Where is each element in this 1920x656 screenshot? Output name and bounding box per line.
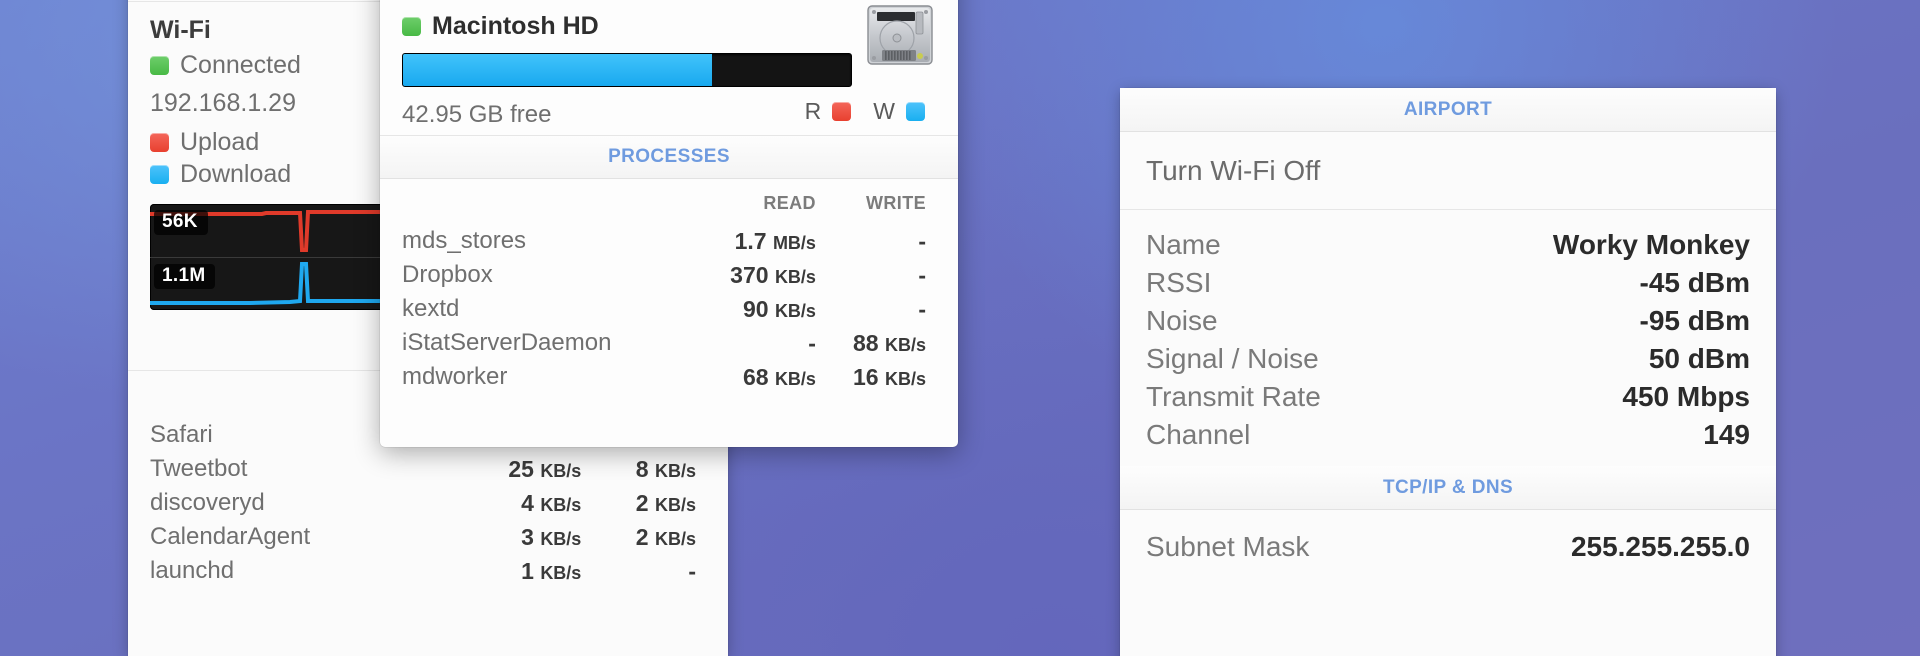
airport-stat-row: Noise -95 dBm [1146,302,1750,340]
process-name: kextd [402,292,674,326]
col-process-name [402,191,674,224]
disk-processes-header: PROCESSES [380,135,958,179]
table-row[interactable]: discoveryd4 KB/s2 KB/s [150,486,696,520]
graph-upload-peak-label: 56K [154,210,208,235]
upload-swatch-icon [150,133,169,152]
disk-processes-body: mds_stores1.7 MB/s-Dropbox370 KB/s-kextd… [402,224,926,394]
table-row[interactable]: Tweetbot25 KB/s8 KB/s [150,452,696,486]
table-row[interactable]: mds_stores1.7 MB/s- [402,224,926,258]
process-download-rate: 25 KB/s [434,452,581,486]
process-download-rate: 1 KB/s [434,554,581,588]
airport-stat-value: -95 dBm [1640,305,1750,337]
airport-stat-value: 50 dBm [1649,343,1750,375]
tcpip-dns-list: Subnet Mask 255.255.255.0 [1120,510,1776,566]
write-swatch-icon [906,102,925,121]
disk-name-row: Macintosh HD [402,12,936,41]
process-download-rate: 4 KB/s [434,486,581,520]
disk-io-indicators: R W [805,98,936,125]
tcpip-stat-value: 255.255.255.0 [1571,531,1750,563]
process-name: mdworker [402,360,674,394]
airport-stat-row: RSSI -45 dBm [1146,264,1750,302]
toggle-wifi-button[interactable]: Turn Wi-Fi Off [1120,132,1776,210]
airport-stat-row: Name Worky Monkey [1146,226,1750,264]
process-name: iStatServerDaemon [402,326,674,360]
read-swatch-icon [832,102,851,121]
process-write-rate: - [816,224,926,258]
airport-stat-key: Transmit Rate [1146,381,1321,413]
disk-processes-section: READ WRITE mds_stores1.7 MB/s-Dropbox370… [380,179,958,394]
write-indicator-label: W [873,98,895,125]
process-name: Tweetbot [150,452,434,486]
disk-name-label: Macintosh HD [432,12,599,41]
process-write-rate: - [816,258,926,292]
table-row[interactable]: launchd1 KB/s- [150,554,696,588]
airport-stat-value: 149 [1703,419,1750,451]
airport-header: AIRPORT [1120,88,1776,132]
process-upload-rate: 2 KB/s [581,486,696,520]
airport-stat-key: Noise [1146,305,1218,337]
desktop-background: Public IP Wi-Fi Connected 192.168.1.29 U… [0,0,1920,656]
graph-download-peak-label: 1.1M [154,264,215,289]
table-header-row: READ WRITE [402,191,926,224]
table-row[interactable]: Dropbox370 KB/s- [402,258,926,292]
process-name: discoveryd [150,486,434,520]
download-swatch-icon [150,165,169,184]
disk-usage-bar-fill [403,54,712,86]
airport-stat-value: Worky Monkey [1553,229,1750,261]
tcpip-dns-header: TCP/IP & DNS [1120,466,1776,510]
tcpip-stat-row: Subnet Mask 255.255.255.0 [1146,528,1750,566]
upload-label: Upload [180,128,259,157]
table-row[interactable]: iStatServerDaemon-88 KB/s [402,326,926,360]
download-label: Download [180,160,291,189]
process-name: launchd [150,554,434,588]
disk-status-swatch-icon [402,17,421,36]
airport-panel: AIRPORT Turn Wi-Fi Off NameWorky MonkeyR… [1120,88,1776,656]
table-row[interactable]: CalendarAgent3 KB/s2 KB/s [150,520,696,554]
table-row[interactable]: kextd90 KB/s- [402,292,926,326]
process-read-rate: 370 KB/s [674,258,815,292]
tcpip-stat-key: Subnet Mask [1146,531,1309,563]
process-write-rate: 16 KB/s [816,360,926,394]
airport-stat-row: Signal / Noise 50 dBm [1146,340,1750,378]
disk-usage-bar [402,53,852,87]
disks-popup: DISKS [380,0,958,447]
airport-stat-value: 450 Mbps [1622,381,1750,413]
table-row[interactable]: mdworker68 KB/s16 KB/s [402,360,926,394]
process-read-rate: 68 KB/s [674,360,815,394]
airport-stats-list: NameWorky MonkeyRSSI-45 dBmNoise-95 dBmS… [1120,210,1776,454]
process-read-rate: 90 KB/s [674,292,815,326]
airport-stat-value: -45 dBm [1640,267,1750,299]
process-write-rate: 88 KB/s [816,326,926,360]
process-download-rate: 3 KB/s [434,520,581,554]
toggle-wifi-label: Turn Wi-Fi Off [1146,155,1320,187]
process-write-rate: - [816,292,926,326]
airport-stat-row: Channel 149 [1146,416,1750,454]
process-name: mds_stores [402,224,674,258]
col-write[interactable]: WRITE [816,191,926,224]
airport-stat-row: Transmit Rate 450 Mbps [1146,378,1750,416]
status-connected-swatch-icon [150,56,169,75]
disk-summary: Macintosh HD 42.95 GB free R W [380,0,958,135]
disk-processes-table: READ WRITE mds_stores1.7 MB/s-Dropbox370… [402,191,926,394]
hard-drive-icon [866,4,934,71]
airport-stat-key: RSSI [1146,267,1211,299]
read-indicator-label: R [805,98,822,125]
process-read-rate: - [674,326,815,360]
process-upload-rate: 8 KB/s [581,452,696,486]
col-read[interactable]: READ [674,191,815,224]
process-name: Dropbox [402,258,674,292]
process-upload-rate: - [581,554,696,588]
airport-stat-key: Name [1146,229,1221,261]
airport-stat-key: Signal / Noise [1146,343,1319,375]
process-name: CalendarAgent [150,520,434,554]
airport-stat-key: Channel [1146,419,1250,451]
process-read-rate: 1.7 MB/s [674,224,815,258]
wifi-status-label: Connected [180,51,301,80]
process-upload-rate: 2 KB/s [581,520,696,554]
